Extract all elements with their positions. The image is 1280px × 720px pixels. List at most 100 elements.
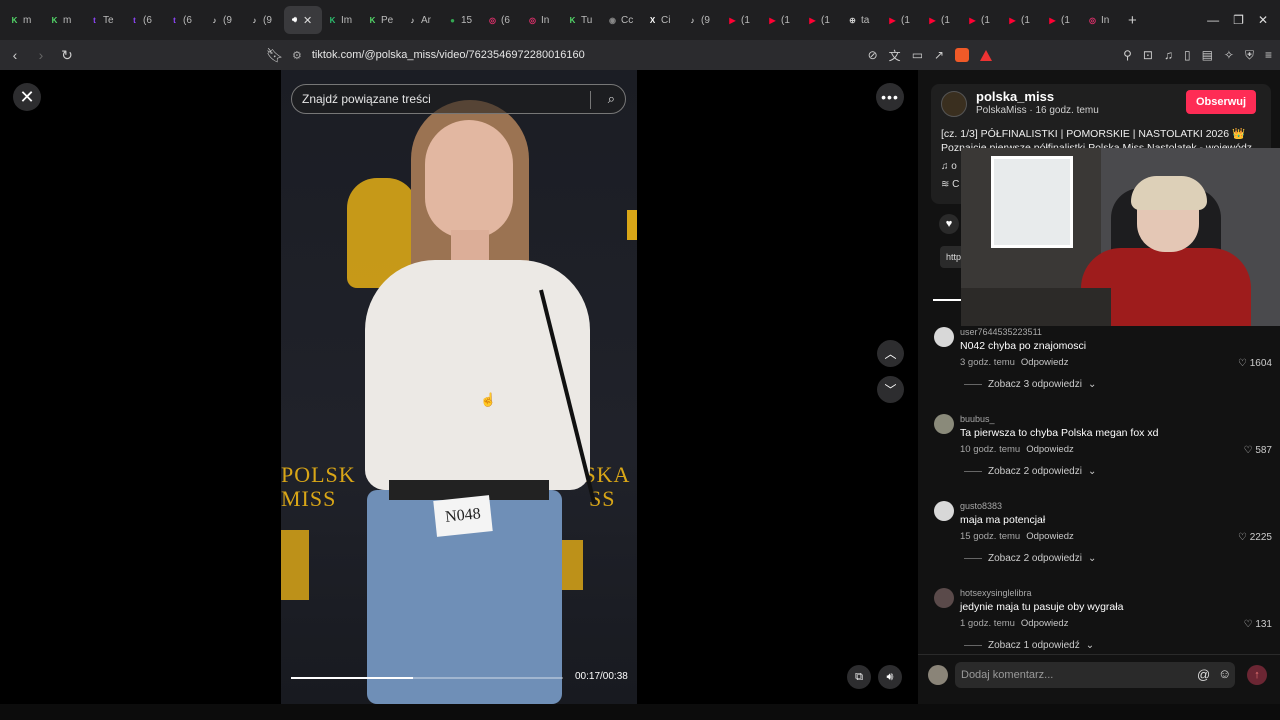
browser-tab[interactable]: ♪ (9 xyxy=(244,6,284,34)
comment-avatar[interactable] xyxy=(934,501,954,521)
browser-tab[interactable]: ◎ (6 xyxy=(482,6,522,34)
webcam-overlay xyxy=(961,148,1280,326)
video-player[interactable]: POLSK MISS LSKA SS N048 Znajdź powiązane… xyxy=(281,70,637,704)
no-translate-icon[interactable]: ⊘ xyxy=(868,48,878,62)
search-icon[interactable]: ⌕ xyxy=(608,91,615,107)
comment-username[interactable]: buubus_ xyxy=(960,414,995,424)
active-tab[interactable]: 🔊︎ ✕ xyxy=(284,6,322,34)
view-replies-button[interactable]: Zobacz 3 odpowiedzi ⌄ xyxy=(964,379,1096,390)
vpn-icon[interactable]: ⛨ xyxy=(1245,48,1254,63)
browser-tab[interactable]: ◉ Cc xyxy=(602,6,642,34)
forward-icon[interactable]: › xyxy=(34,47,48,63)
comment-time: 10 godz. temu xyxy=(960,444,1021,455)
browser-tab[interactable]: ◎ In xyxy=(1082,6,1122,34)
browser-tab[interactable]: X Ci xyxy=(642,6,682,34)
new-tab-icon[interactable]: + xyxy=(1128,12,1137,29)
mention-icon[interactable]: @ xyxy=(1197,667,1210,682)
like-button[interactable]: ♥ xyxy=(939,214,959,234)
comment-username[interactable]: user7644535223511 xyxy=(960,327,1042,337)
browser-tab[interactable]: ♪ (9 xyxy=(682,6,722,34)
browser-tab[interactable]: K Pe xyxy=(362,6,402,34)
browser-tab[interactable]: ▶ (1 xyxy=(802,6,842,34)
rewards-icon[interactable] xyxy=(980,49,993,61)
view-replies-button[interactable]: Zobacz 1 odpowiedź ⌄ xyxy=(964,640,1094,651)
reply-button[interactable]: Odpowiedz xyxy=(1026,444,1074,455)
browser-tab[interactable]: ⊕ ta xyxy=(842,6,882,34)
close-video-button[interactable]: ✕ xyxy=(13,83,41,111)
browser-tab[interactable]: ▶ (1 xyxy=(1002,6,1042,34)
browser-tab[interactable]: ● 15 xyxy=(442,6,482,34)
view-replies-label: Zobacz 3 odpowiedzi xyxy=(988,379,1082,390)
comment-composer: @ ☺ ↑ xyxy=(918,654,1280,704)
extensions-icon[interactable]: ⚲ xyxy=(1123,48,1132,62)
emoji-icon[interactable]: ☺ xyxy=(1218,666,1231,681)
next-video-button[interactable]: ﹀ xyxy=(877,376,904,403)
browser-tab[interactable]: ▶ (1 xyxy=(722,6,762,34)
browser-tab[interactable]: t Te xyxy=(84,6,124,34)
close-tab-icon[interactable]: ✕ xyxy=(303,14,312,27)
comment-like-button[interactable]: ♡ 1604 xyxy=(1238,358,1272,369)
volume-button[interactable]: 🔊︎ xyxy=(878,665,902,689)
video-progress-bar[interactable] xyxy=(291,677,563,679)
comment-like-button[interactable]: ♡ 587 xyxy=(1244,445,1272,456)
reload-icon[interactable]: ↻ xyxy=(60,47,74,64)
menu-icon[interactable]: ≡ xyxy=(1265,48,1272,62)
media-icon[interactable]: ♫ xyxy=(1164,48,1173,62)
browser-tab[interactable]: ▶ (1 xyxy=(962,6,1002,34)
url-field[interactable]: ⚙ tiktok.com/@polska_miss/video/76235469… xyxy=(292,49,852,62)
comment-avatar[interactable] xyxy=(934,414,954,434)
reply-button[interactable]: Odpowiedz xyxy=(1021,357,1069,368)
wallet-icon[interactable]: ▤ xyxy=(1202,48,1213,62)
browser-tab[interactable]: Km xyxy=(44,6,84,34)
restore-icon[interactable]: ❐ xyxy=(1233,13,1244,27)
brave-shield-icon[interactable] xyxy=(955,48,970,62)
browser-tab[interactable]: ▶ (1 xyxy=(762,6,802,34)
related-search-input[interactable]: Znajdź powiązane treści ⌕ xyxy=(291,84,626,114)
floating-player-button[interactable]: ⧉ xyxy=(847,665,871,689)
minimize-icon[interactable]: — xyxy=(1207,13,1219,27)
music-link[interactable]: ♫ o xyxy=(941,161,957,172)
reply-button[interactable]: Odpowiedz xyxy=(1026,531,1074,542)
view-replies-button[interactable]: Zobacz 2 odpowiedzi ⌄ xyxy=(964,466,1096,477)
author-username[interactable]: polska_miss xyxy=(976,89,1054,104)
browser-tab[interactable]: K Tu xyxy=(562,6,602,34)
share-icon[interactable]: ↗ xyxy=(934,48,944,62)
comment-like-button[interactable]: ♡ 2225 xyxy=(1238,532,1272,543)
screenshot-icon[interactable]: ⊡ xyxy=(1143,48,1153,62)
sidebar-icon[interactable]: ▯ xyxy=(1184,48,1191,62)
comment-like-count: 1604 xyxy=(1249,358,1272,369)
more-options-button[interactable]: ••• xyxy=(876,83,904,111)
browser-tab[interactable]: K Im xyxy=(322,6,362,34)
comment-input[interactable] xyxy=(955,662,1235,688)
view-replies-button[interactable]: Zobacz 2 odpowiedzi ⌄ xyxy=(964,553,1096,564)
comment-meta: 1 godz. temu Odpowiedz xyxy=(960,618,1068,629)
browser-tab[interactable]: ♪ (9 xyxy=(204,6,244,34)
tab-label: m xyxy=(63,14,72,26)
site-info-icon[interactable]: ⚙ xyxy=(292,49,302,62)
browser-tab[interactable]: ◎ In xyxy=(522,6,562,34)
tab-label: Te xyxy=(103,14,114,26)
browser-tab[interactable]: t (6 xyxy=(164,6,204,34)
translate-icon[interactable]: 文 xyxy=(889,47,901,64)
leo-icon[interactable]: ✧ xyxy=(1224,48,1234,62)
cast-icon[interactable]: ▭ xyxy=(912,48,923,62)
comment-username[interactable]: hotsexysinglelibra xyxy=(960,588,1032,598)
browser-tab[interactable]: Km xyxy=(4,6,44,34)
reply-button[interactable]: Odpowiedz xyxy=(1021,618,1069,629)
close-window-icon[interactable]: ✕ xyxy=(1258,13,1268,27)
browser-tab[interactable]: ▶ (1 xyxy=(882,6,922,34)
browser-tab[interactable]: t (6 xyxy=(124,6,164,34)
back-icon[interactable]: ‹ xyxy=(8,47,22,63)
comment-avatar[interactable] xyxy=(934,588,954,608)
author-avatar[interactable] xyxy=(941,91,967,117)
comment-avatar[interactable] xyxy=(934,327,954,347)
send-comment-button[interactable]: ↑ xyxy=(1247,665,1267,685)
previous-video-button[interactable]: ︿ xyxy=(877,340,904,367)
follow-button[interactable]: Obserwuj xyxy=(1186,90,1256,114)
browser-tab[interactable]: ▶ (1 xyxy=(1042,6,1082,34)
comment-like-button[interactable]: ♡ 131 xyxy=(1244,619,1272,630)
bookmark-icon[interactable]: 🔖︎ xyxy=(266,47,284,64)
comment-username[interactable]: gusto8383 xyxy=(960,501,1002,511)
browser-tab[interactable]: ▶ (1 xyxy=(922,6,962,34)
browser-tab[interactable]: ♪ Ar xyxy=(402,6,442,34)
